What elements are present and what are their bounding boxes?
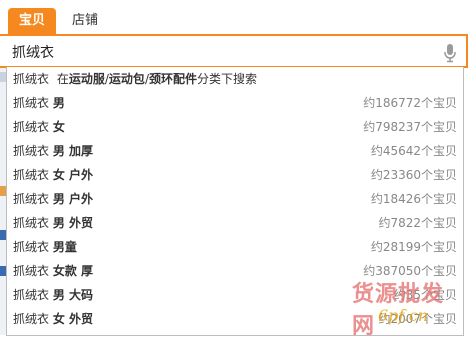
search-box xyxy=(0,34,468,68)
suggestion-base: 抓绒衣 xyxy=(13,264,50,278)
tab-items[interactable]: 宝贝 xyxy=(8,8,56,34)
suggestion-item[interactable]: 抓绒衣 男 外贸 约7822个宝贝 xyxy=(7,211,463,235)
suggestion-base: 抓绒衣 xyxy=(13,240,50,254)
search-tabs: 宝贝 店铺 xyxy=(0,0,468,34)
suggestion-item[interactable]: 抓绒衣 女 户外 约23360个宝贝 xyxy=(7,163,463,187)
hint-category-accessories: 颈环配件 xyxy=(148,72,197,86)
suggestion-base: 抓绒衣 xyxy=(13,216,50,230)
hint-suffix: 分类下搜索 xyxy=(197,72,258,86)
suggestion-base: 抓绒衣 xyxy=(13,312,50,326)
suggestion-extra: 男童 xyxy=(52,240,77,254)
suggestion-category-hint[interactable]: 抓绒衣 在运动服/运动包/颈环配件分类下搜索 xyxy=(7,67,463,91)
suggestion-item[interactable]: 抓绒衣 女 外贸 约2007个宝贝 xyxy=(7,307,463,331)
suggestion-count: 约387050个宝贝 xyxy=(363,264,457,278)
hint-keyword: 抓绒衣 xyxy=(13,72,50,86)
suggestion-count: 约18426个宝贝 xyxy=(370,192,457,206)
microphone-icon[interactable] xyxy=(442,43,458,63)
suggestion-extra: 女 xyxy=(52,120,65,134)
suggestion-item[interactable]: 抓绒衣 男童 约28199个宝贝 xyxy=(7,235,463,259)
suggestion-extra: 男 加厚 xyxy=(52,144,94,158)
suggestion-dropdown: 抓绒衣 在运动服/运动包/颈环配件分类下搜索 抓绒衣 男 约186772个宝贝 … xyxy=(6,67,464,336)
suggestion-item[interactable]: 抓绒衣 男 加厚 约45642个宝贝 xyxy=(7,139,463,163)
suggestion-item[interactable]: 抓绒衣 女款 厚 约387050个宝贝 xyxy=(7,259,463,283)
suggestion-base: 抓绒衣 xyxy=(13,192,50,206)
suggestion-extra: 女 户外 xyxy=(52,168,94,182)
suggestion-base: 抓绒衣 xyxy=(13,144,50,158)
suggestion-count: 约23360个宝贝 xyxy=(370,168,457,182)
suggestion-base: 抓绒衣 xyxy=(13,96,50,110)
suggestion-extra: 女 外贸 xyxy=(52,312,94,326)
suggestion-item[interactable]: 抓绒衣 男 约186772个宝贝 xyxy=(7,91,463,115)
suggestion-base: 抓绒衣 xyxy=(13,120,50,134)
hint-category-sportbag: 运动包 xyxy=(108,72,145,86)
suggestion-count: 约186772个宝贝 xyxy=(363,96,457,110)
search-input[interactable] xyxy=(10,40,434,64)
suggestion-count: 约798237个宝贝 xyxy=(363,120,457,134)
suggestion-item[interactable]: 抓绒衣 男 大码 约35个宝贝 xyxy=(7,283,463,307)
suggestion-item[interactable]: 抓绒衣 女 约798237个宝贝 xyxy=(7,115,463,139)
hint-prefix: 在 xyxy=(56,72,69,86)
suggestion-count: 约2007个宝贝 xyxy=(378,312,457,326)
suggestion-extra: 男 户外 xyxy=(52,192,94,206)
suggestion-extra: 女款 厚 xyxy=(52,264,94,278)
suggestion-count: 约28199个宝贝 xyxy=(370,240,457,254)
hint-category-sportswear: 运动服 xyxy=(68,72,105,86)
tab-shops[interactable]: 店铺 xyxy=(60,8,110,34)
suggestion-count: 约45642个宝贝 xyxy=(370,144,457,158)
suggestion-extra: 男 外贸 xyxy=(52,216,94,230)
suggestion-item[interactable]: 抓绒衣 男 户外 约18426个宝贝 xyxy=(7,187,463,211)
suggestion-extra: 男 xyxy=(52,96,65,110)
suggestion-base: 抓绒衣 xyxy=(13,168,50,182)
suggestion-base: 抓绒衣 xyxy=(13,288,50,302)
suggestion-extra: 男 大码 xyxy=(52,288,94,302)
suggestion-count: 约35个宝贝 xyxy=(393,288,457,302)
suggestion-count: 约7822个宝贝 xyxy=(378,216,457,230)
